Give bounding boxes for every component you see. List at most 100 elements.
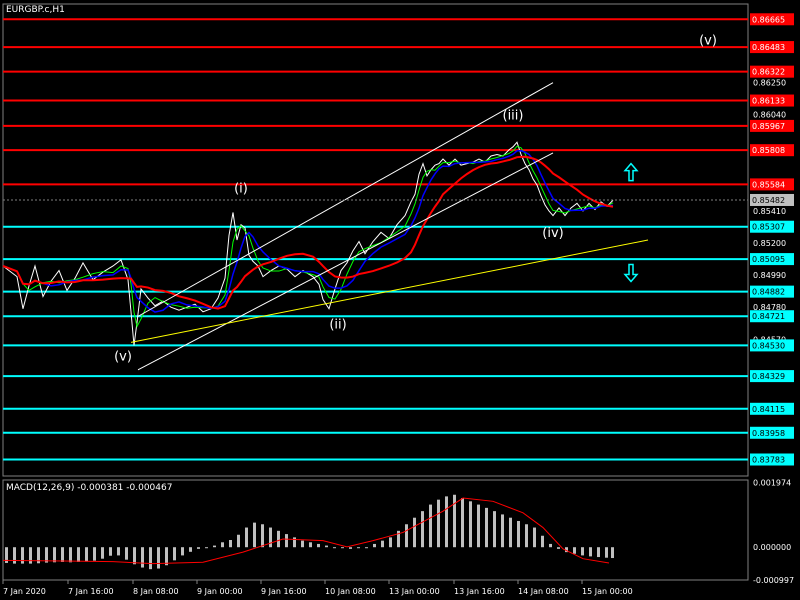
wave-label: (ii) bbox=[329, 318, 346, 333]
price-tag-label: 0.86483 bbox=[752, 43, 785, 52]
macd-histogram-bar bbox=[125, 547, 128, 560]
wave-label: (v) bbox=[699, 33, 717, 48]
macd-histogram-bar bbox=[309, 542, 312, 548]
macd-histogram-bar bbox=[317, 543, 320, 548]
macd-histogram-bar bbox=[93, 547, 96, 561]
macd-histogram-bar bbox=[213, 545, 216, 548]
macd-histogram-bar bbox=[461, 498, 464, 548]
macd-histogram-bar bbox=[421, 511, 424, 548]
price-tag-label: 0.83783 bbox=[752, 456, 785, 465]
macd-histogram-bar bbox=[333, 547, 336, 549]
time-axis-tick: 7 Jan 16:00 bbox=[68, 587, 114, 596]
current-price-tag-label: 0.85482 bbox=[752, 196, 785, 205]
macd-histogram-bar bbox=[301, 540, 304, 548]
macd-histogram-bar bbox=[173, 547, 176, 561]
price-axis-tick: 0.85410 bbox=[753, 207, 786, 216]
macd-histogram-bar bbox=[293, 537, 296, 548]
macd-histogram-bar bbox=[221, 542, 224, 548]
macd-histogram-bar bbox=[405, 524, 408, 548]
time-axis-tick: 14 Jan 08:00 bbox=[518, 587, 569, 596]
macd-histogram-bar bbox=[21, 547, 24, 564]
price-axis-tick: 0.86250 bbox=[753, 79, 786, 88]
wave-label: (iii) bbox=[503, 108, 524, 123]
macd-histogram-bar bbox=[53, 547, 56, 563]
time-axis-tick: 15 Jan 00:00 bbox=[582, 587, 633, 596]
price-tag-label: 0.85095 bbox=[752, 255, 785, 264]
time-axis-tick: 10 Jan 08:00 bbox=[325, 587, 376, 596]
macd-axis-tick: -0.000997 bbox=[753, 576, 794, 585]
macd-histogram-bar bbox=[157, 547, 160, 569]
time-axis-tick: 13 Jan 00:00 bbox=[389, 587, 440, 596]
macd-histogram-bar bbox=[573, 547, 576, 554]
macd-histogram-bar bbox=[269, 527, 272, 548]
macd-histogram-bar bbox=[533, 527, 536, 548]
macd-histogram-bar bbox=[477, 504, 480, 548]
price-tag-label: 0.85967 bbox=[752, 122, 785, 131]
macd-histogram-bar bbox=[237, 534, 240, 548]
macd-histogram-bar bbox=[517, 520, 520, 548]
time-axis-tick: 8 Jan 08:00 bbox=[133, 587, 179, 596]
wave-label: (i) bbox=[234, 182, 248, 197]
macd-header: MACD(12,26,9) -0.000381 -0.000467 bbox=[6, 483, 172, 493]
price-axis-tick: 0.86040 bbox=[753, 111, 786, 120]
macd-histogram-bar bbox=[413, 517, 416, 548]
macd-histogram-bar bbox=[61, 547, 64, 562]
macd-histogram-bar bbox=[109, 547, 112, 556]
macd-histogram-bar bbox=[373, 543, 376, 548]
wave-label: (v) bbox=[114, 350, 132, 365]
macd-histogram-bar bbox=[357, 547, 360, 549]
macd-histogram-bar bbox=[117, 547, 120, 556]
macd-histogram-bar bbox=[261, 524, 264, 548]
macd-histogram-bar bbox=[133, 547, 136, 565]
wave-label: (iv) bbox=[542, 226, 563, 241]
macd-histogram-bar bbox=[349, 547, 352, 549]
macd-histogram-bar bbox=[557, 547, 560, 549]
price-tag-label: 0.84882 bbox=[752, 288, 785, 297]
macd-histogram-bar bbox=[365, 547, 368, 549]
price-tag-label: 0.85808 bbox=[752, 146, 785, 155]
macd-histogram-bar bbox=[13, 547, 16, 564]
chart-background bbox=[0, 0, 800, 600]
price-tag-label: 0.86665 bbox=[752, 15, 785, 24]
price-tag-label: 0.84115 bbox=[752, 405, 785, 414]
macd-histogram-bar bbox=[437, 499, 440, 548]
macd-histogram-bar bbox=[181, 547, 184, 556]
macd-histogram-bar bbox=[69, 547, 72, 563]
macd-histogram-bar bbox=[205, 547, 208, 549]
macd-histogram-bar bbox=[141, 547, 144, 568]
macd-histogram-bar bbox=[229, 540, 232, 548]
macd-axis-tick: 0.000000 bbox=[753, 543, 791, 552]
price-tag-label: 0.86322 bbox=[752, 68, 785, 77]
macd-histogram-bar bbox=[85, 547, 88, 562]
chart-canvas: (v) (i) (ii) (iii) (iv) (v) 0.86250 0.86040 0.8… bbox=[0, 0, 800, 600]
macd-histogram-bar bbox=[525, 524, 528, 548]
time-axis-tick: 7 Jan 2020 bbox=[3, 587, 46, 596]
symbol-header: EURGBP.c,H1 bbox=[6, 5, 65, 15]
macd-histogram-bar bbox=[493, 511, 496, 548]
macd-histogram-bar bbox=[429, 504, 432, 548]
macd-histogram-bar bbox=[285, 534, 288, 548]
macd-histogram-bar bbox=[101, 547, 104, 559]
macd-histogram-bar bbox=[445, 496, 448, 548]
price-axis-tick: 0.84990 bbox=[753, 271, 786, 280]
macd-histogram-bar bbox=[469, 501, 472, 548]
macd-histogram-bar bbox=[581, 547, 584, 556]
macd-histogram-bar bbox=[611, 547, 614, 559]
price-tag-label: 0.84329 bbox=[752, 372, 785, 381]
macd-histogram-bar bbox=[381, 540, 384, 548]
price-axis-tick: 0.85200 bbox=[753, 239, 786, 248]
macd-histogram-bar bbox=[597, 547, 600, 558]
macd-histogram-bar bbox=[501, 514, 504, 548]
macd-histogram-bar bbox=[197, 547, 200, 549]
macd-histogram-bar bbox=[189, 547, 192, 552]
macd-histogram-bar bbox=[389, 537, 392, 548]
macd-histogram-bar bbox=[253, 522, 256, 548]
price-tag-label: 0.84530 bbox=[752, 341, 785, 350]
macd-histogram-bar bbox=[589, 547, 592, 557]
macd-axis-tick: 0.001974 bbox=[753, 478, 791, 487]
macd-histogram-bar bbox=[325, 545, 328, 548]
macd-histogram-bar bbox=[605, 547, 608, 558]
macd-histogram-bar bbox=[29, 547, 32, 564]
price-tag-label: 0.84721 bbox=[752, 312, 785, 321]
macd-histogram-bar bbox=[245, 527, 248, 548]
